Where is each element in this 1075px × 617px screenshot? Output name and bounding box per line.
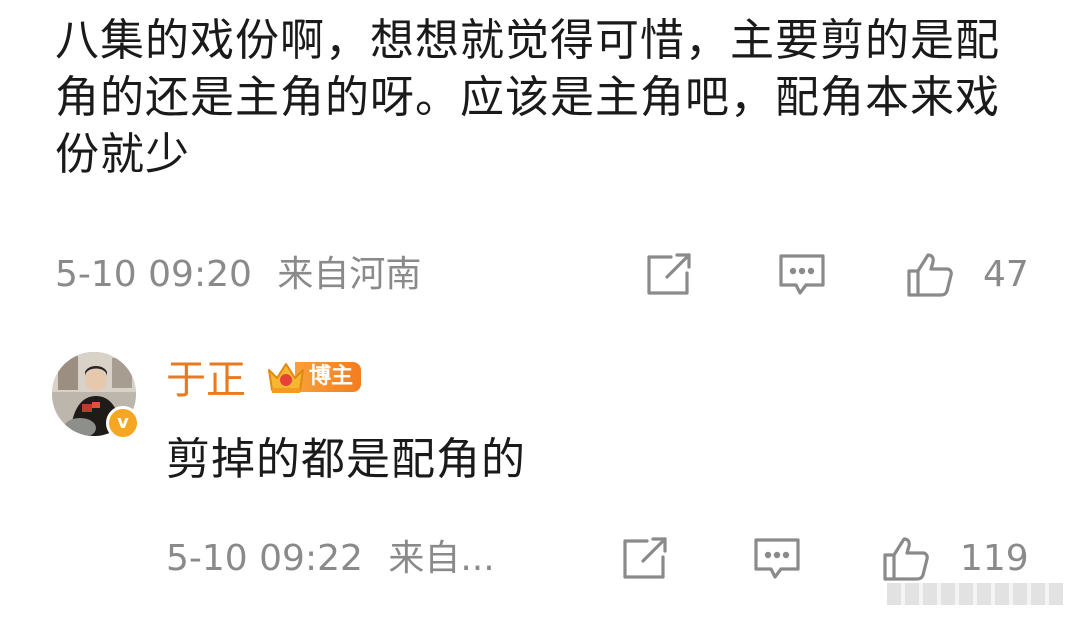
- reply-location: 来自...: [388, 538, 495, 579]
- reply-timestamp: 5-10 09:22 来自...: [166, 534, 495, 584]
- author-badge: 博主: [265, 356, 365, 398]
- share-icon[interactable]: [621, 537, 669, 581]
- comment-icon[interactable]: [753, 537, 801, 581]
- comment-timestamp: 5-10 09:20 来自河南: [55, 250, 421, 300]
- reply-time: 5-10 09:22: [166, 538, 363, 579]
- reply-text: 剪掉的都是配角的: [166, 434, 526, 485]
- reply-like-count: 119: [960, 538, 1029, 579]
- reply-author-name[interactable]: 于正: [166, 352, 246, 408]
- share-icon[interactable]: [645, 253, 693, 297]
- comment-meta-row: 5-10 09:20 来自河南 47: [0, 250, 1075, 300]
- reply-meta-row: 5-10 09:22 来自... 119: [0, 534, 1075, 584]
- verified-badge: v: [106, 406, 140, 440]
- watermark: [887, 583, 1063, 605]
- comment-icon[interactable]: [778, 253, 826, 297]
- crown-icon: [265, 356, 307, 398]
- comment-like-count: 47: [983, 254, 1029, 295]
- avatar[interactable]: v: [52, 352, 140, 440]
- comment-text: 八集的戏份啊，想想就觉得可惜，主要剪的是配角的还是主角的呀。应该是主角吧，配角本…: [55, 15, 1000, 180]
- comment-thread: 八集的戏份啊，想想就觉得可惜，主要剪的是配角的还是主角的呀。应该是主角吧，配角本…: [0, 0, 1075, 617]
- comment-time: 5-10 09:20: [55, 254, 252, 295]
- thumbs-up-icon[interactable]: [906, 253, 954, 297]
- thumbs-up-icon[interactable]: [882, 537, 930, 581]
- comment-location: 来自河南: [277, 254, 422, 295]
